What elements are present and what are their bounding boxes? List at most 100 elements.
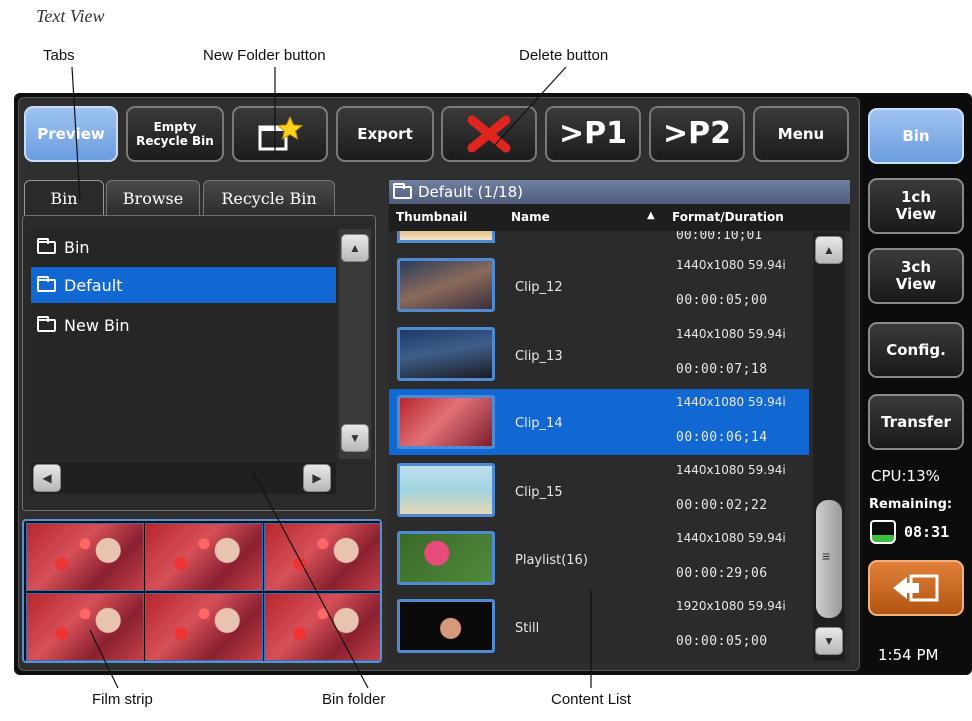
callout-new-folder: New Folder button xyxy=(203,47,326,64)
row-name: Clip_15 xyxy=(515,485,563,500)
row-thumbnail xyxy=(397,599,495,653)
row-format: 1440x1080 59.94i xyxy=(676,327,786,341)
exit-arrow-icon xyxy=(893,574,939,602)
3ch-view-label-1: 3ch xyxy=(900,258,931,276)
preview-label: Preview xyxy=(37,125,105,143)
film-strip-frame[interactable] xyxy=(26,593,144,661)
tab-browse-label: Browse xyxy=(122,189,184,208)
exit-button[interactable] xyxy=(868,560,964,616)
row-thumbnail xyxy=(397,395,495,449)
3ch-view-label-2: View xyxy=(895,275,937,293)
bin-scroll-down-button[interactable]: ▼ xyxy=(341,424,369,452)
bin-scroll-right-button[interactable]: ▶ xyxy=(303,464,331,492)
row-name: Still xyxy=(515,621,540,636)
cpu-status: CPU:13% xyxy=(871,467,940,485)
row-duration: 00:00:06;14 xyxy=(676,430,768,445)
export-label: Export xyxy=(357,125,413,143)
row-format: 1440x1080 59.94i xyxy=(676,395,786,409)
config-label: Config. xyxy=(886,340,946,359)
row-format: 1440x1080 59.94i xyxy=(676,463,786,477)
menu-label: Menu xyxy=(777,125,825,143)
send-to-p1-label: >P1 xyxy=(559,116,627,151)
row-thumbnail xyxy=(397,231,495,243)
row-duration: 00:00:05;00 xyxy=(676,293,768,308)
send-to-p2-button[interactable]: >P2 xyxy=(649,106,745,162)
preview-button[interactable]: Preview xyxy=(24,106,118,162)
bin-horizontal-scrollbar[interactable] xyxy=(31,462,336,494)
tab-browse[interactable]: Browse xyxy=(106,180,200,216)
callout-film-strip: Film strip xyxy=(92,691,153,708)
menu-button[interactable]: Menu xyxy=(753,106,849,162)
empty-recycle-label-2: Recycle Bin xyxy=(136,134,214,148)
empty-recycle-label-1: Empty xyxy=(153,120,197,134)
table-row[interactable]: Clip_13 1440x1080 59.94i 00:00:07;18 xyxy=(389,321,809,387)
column-format-duration[interactable]: Format/Duration xyxy=(672,210,784,224)
delete-button[interactable] xyxy=(441,106,537,162)
film-strip-frame[interactable] xyxy=(264,593,380,661)
row-thumbnail xyxy=(397,327,495,381)
row-name: Clip_13 xyxy=(515,349,563,364)
film-strip[interactable] xyxy=(22,519,382,663)
partial-row[interactable]: 00:00:10;01 xyxy=(389,231,809,245)
column-thumbnail[interactable]: Thumbnail xyxy=(396,210,467,224)
bin-item-label: New Bin xyxy=(64,315,130,335)
content-scroll-down-button[interactable]: ▼ xyxy=(815,627,843,655)
3ch-view-button[interactable]: 3ch View xyxy=(868,248,964,304)
row-thumbnail xyxy=(397,531,495,585)
table-row[interactable]: Still 1920x1080 59.94i 00:00:05;00 xyxy=(389,593,809,659)
row-duration: 00:00:10;01 xyxy=(676,231,763,243)
tab-bin[interactable]: Bin xyxy=(24,180,104,216)
bin-scroll-up-button[interactable]: ▲ xyxy=(341,234,369,262)
column-name[interactable]: Name xyxy=(511,210,550,224)
transfer-button[interactable]: Transfer xyxy=(868,394,964,450)
remaining-label: Remaining: xyxy=(869,497,953,512)
new-folder-icon xyxy=(258,115,304,151)
triangle-right-icon: ▶ xyxy=(312,471,322,485)
empty-recycle-bin-button[interactable]: Empty Recycle Bin xyxy=(126,106,224,162)
triangle-up-icon: ▲ xyxy=(823,243,835,257)
callout-bin-folder: Bin folder xyxy=(322,691,386,708)
table-row-selected[interactable]: Clip_14 1440x1080 59.94i 00:00:06;14 xyxy=(389,389,809,455)
folder-icon xyxy=(37,275,56,292)
content-scroll-thumb[interactable]: ≡ xyxy=(816,500,842,618)
tab-recycle-bin[interactable]: Recycle Bin xyxy=(203,180,335,216)
clock: 1:54 PM xyxy=(878,646,939,664)
row-format: 1440x1080 59.94i xyxy=(676,531,786,545)
triangle-left-icon: ◀ xyxy=(42,471,52,485)
triangle-down-icon: ▼ xyxy=(349,431,361,445)
bin-view-button[interactable]: Bin xyxy=(868,108,964,164)
content-list-title-label: Default (1/18) xyxy=(418,183,523,201)
bin-scroll-left-button[interactable]: ◀ xyxy=(33,464,61,492)
callout-tabs: Tabs xyxy=(43,47,75,64)
bin-item-label: Bin xyxy=(64,237,90,257)
table-row[interactable]: Playlist(16) 1440x1080 59.94i 00:00:29;0… xyxy=(389,525,809,591)
bin-folder-list: Bin Default New Bin xyxy=(31,229,336,459)
bin-item-default[interactable]: Default xyxy=(31,267,336,303)
content-scroll-up-button[interactable]: ▲ xyxy=(815,236,843,264)
film-strip-frame[interactable] xyxy=(264,523,380,591)
figure-heading: Text View xyxy=(36,6,105,26)
send-to-p1-button[interactable]: >P1 xyxy=(545,106,641,162)
config-button[interactable]: Config. xyxy=(868,322,964,378)
callout-delete: Delete button xyxy=(519,47,609,64)
table-row[interactable]: Clip_12 1440x1080 59.94i 00:00:05;00 xyxy=(389,252,809,318)
callout-content-list: Content List xyxy=(551,691,632,708)
film-strip-frame[interactable] xyxy=(145,593,263,661)
storage-icon xyxy=(870,520,896,544)
row-name: Clip_14 xyxy=(515,416,563,431)
film-strip-frame[interactable] xyxy=(145,523,263,591)
film-strip-frame[interactable] xyxy=(26,523,144,591)
bin-item-bin[interactable]: Bin xyxy=(31,229,336,265)
grip-lines-icon: ≡ xyxy=(822,548,831,564)
1ch-view-button[interactable]: 1ch View xyxy=(868,178,964,234)
bin-item-new-bin[interactable]: New Bin xyxy=(31,307,336,343)
content-list-header: Thumbnail Name ▲ Format/Duration xyxy=(389,204,850,231)
content-list-title: Default (1/18) xyxy=(389,180,850,204)
delete-x-icon xyxy=(467,115,511,153)
export-button[interactable]: Export xyxy=(336,106,434,162)
bin-view-label: Bin xyxy=(902,126,930,145)
sort-ascending-icon[interactable]: ▲ xyxy=(647,210,655,221)
tab-recycle-bin-label: Recycle Bin xyxy=(221,189,317,208)
table-row[interactable]: Clip_15 1440x1080 59.94i 00:00:02;22 xyxy=(389,457,809,523)
new-folder-button[interactable] xyxy=(232,106,328,162)
